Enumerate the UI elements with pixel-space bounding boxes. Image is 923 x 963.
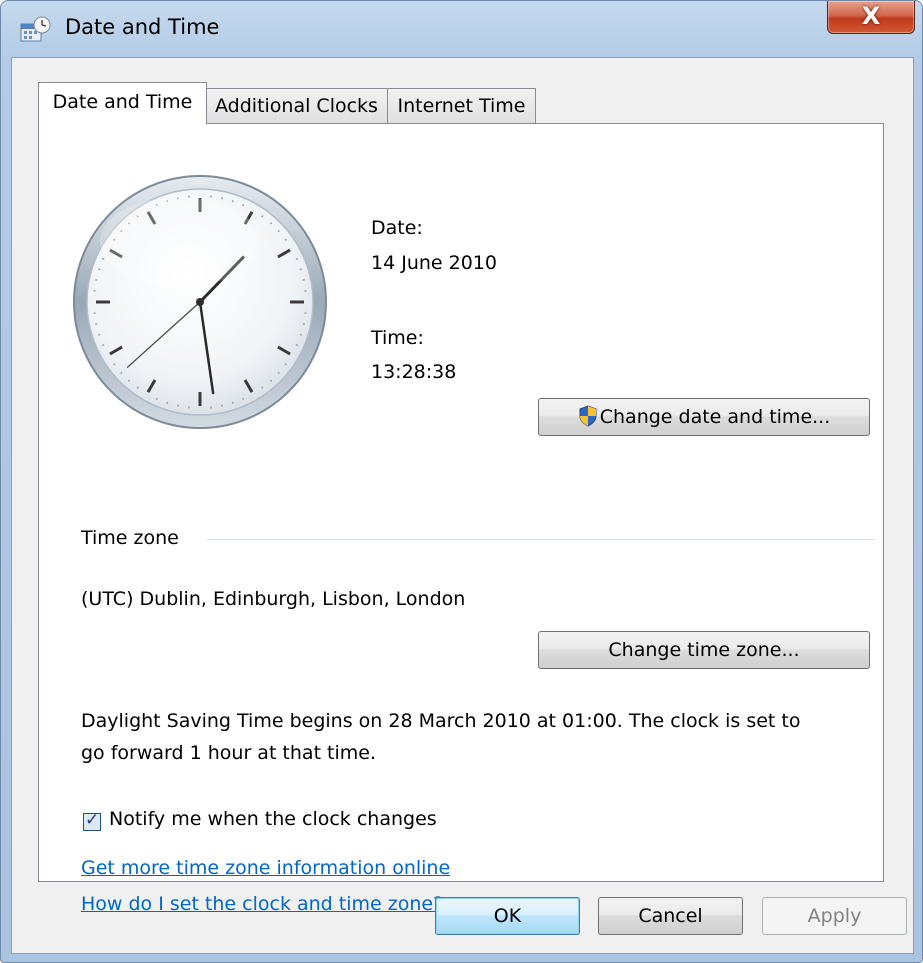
minute-tick	[155, 397, 158, 401]
minute-tick	[299, 333, 302, 336]
minute-tick	[284, 363, 288, 366]
dst-notice-line-2: go forward 1 hour at that time.	[81, 742, 377, 764]
window-title: Date and Time	[65, 15, 220, 39]
minute-tick	[277, 371, 281, 375]
date-and-time-dialog: Date and Time X Date and Time Additional…	[0, 0, 923, 963]
minute-tick	[231, 401, 234, 404]
time-value: 13:28:38	[371, 361, 457, 383]
date-label: Date:	[371, 217, 423, 239]
change-date-and-time-button[interactable]: Change date and time...	[538, 398, 870, 436]
analog-clock	[73, 175, 327, 429]
minute-tick	[136, 386, 139, 390]
minute-tick	[98, 333, 101, 336]
time-label: Time:	[371, 327, 424, 349]
minute-tick	[127, 379, 131, 383]
minute-tick	[101, 257, 105, 260]
minute-tick	[269, 221, 273, 225]
minute-tick	[299, 268, 302, 271]
tab-internet-time[interactable]: Internet Time	[387, 88, 536, 123]
tab-panel-date-and-time: Date: 14 June 2010 Time: 13:28:38 Change…	[38, 123, 884, 915]
minute-tick	[101, 344, 105, 347]
checkmark-icon: ✓	[85, 810, 100, 830]
clock-center-pin	[196, 298, 204, 306]
minute-tick	[119, 371, 123, 375]
close-icon: X	[861, 2, 881, 30]
uac-shield-icon	[579, 405, 597, 427]
tab-additional-clocks[interactable]: Additional Clocks	[205, 88, 388, 123]
notify-checkbox[interactable]: ✓	[83, 810, 101, 831]
change-date-and-time-label: Change date and time...	[599, 406, 831, 428]
minute-tick	[112, 363, 116, 366]
change-time-zone-button[interactable]: Change time zone...	[538, 631, 870, 669]
minute-tick	[261, 214, 264, 218]
minute-tick	[98, 268, 101, 271]
notify-label[interactable]: Notify me when the clock changes	[109, 808, 437, 830]
minute-tick	[242, 203, 245, 207]
minute-tick	[284, 238, 288, 241]
minute-tick	[295, 344, 299, 347]
apply-button[interactable]: Apply	[762, 897, 907, 935]
minute-tick	[261, 386, 264, 390]
minute-tick	[242, 397, 245, 401]
more-time-zone-info-link[interactable]: Get more time zone information online	[81, 857, 450, 879]
minute-tick	[166, 401, 169, 404]
minute-tick	[295, 257, 299, 260]
ok-button[interactable]: OK	[435, 897, 580, 935]
date-time-app-icon	[20, 16, 51, 42]
how-to-set-clock-link[interactable]: How do I set the clock and time zone?	[81, 893, 443, 915]
time-zone-divider	[207, 539, 875, 540]
title-bar[interactable]: Date and Time X	[1, 1, 922, 57]
clock-glass-reflection	[100, 197, 260, 287]
minute-tick	[231, 200, 234, 203]
time-zone-header: Time zone	[81, 527, 179, 549]
close-button[interactable]: X	[827, 1, 915, 34]
tab-date-and-time[interactable]: Date and Time	[38, 82, 207, 124]
minute-tick	[269, 379, 273, 383]
minute-tick	[277, 229, 281, 233]
dialog-body: Date and Time Additional Clocks Internet…	[11, 57, 914, 954]
cancel-button[interactable]: Cancel	[598, 897, 743, 935]
date-value: 14 June 2010	[371, 252, 497, 274]
time-zone-value: (UTC) Dublin, Edinburgh, Lisbon, London	[81, 588, 466, 610]
dst-notice-line-1: Daylight Saving Time begins on 28 March …	[81, 710, 801, 732]
